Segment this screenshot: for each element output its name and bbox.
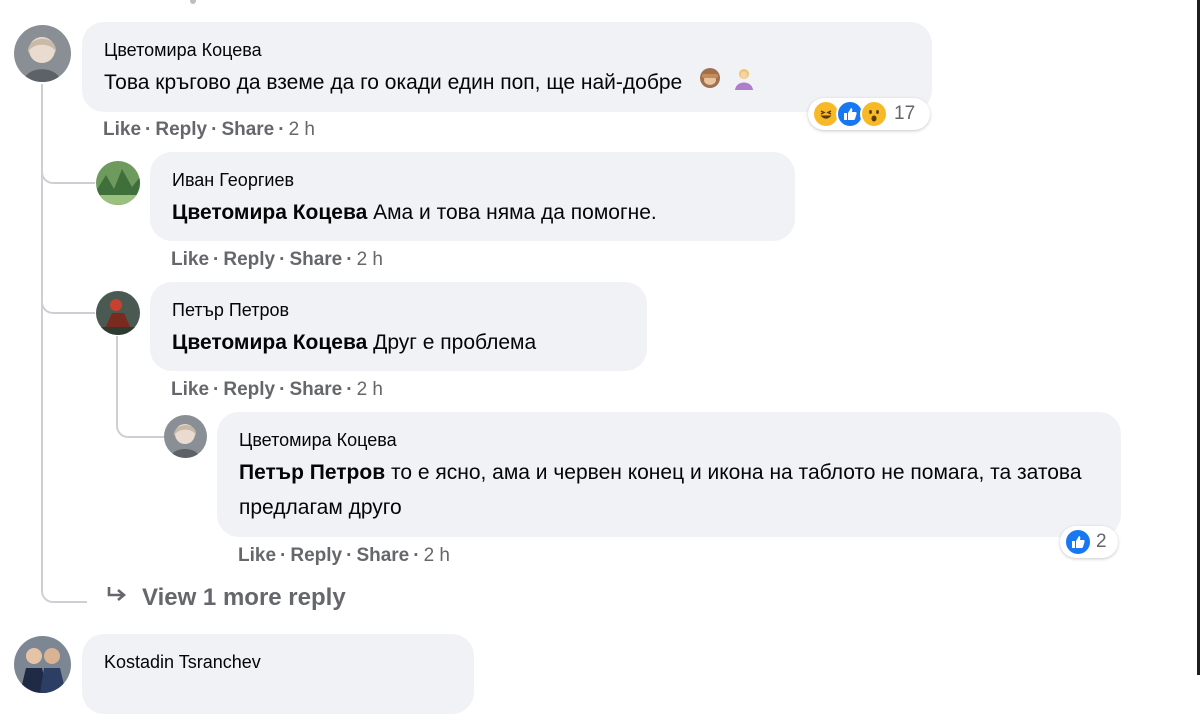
see-no-evil-monkey-icon — [698, 66, 722, 101]
comment-text: Това кръгово да вземе да го окади един п… — [104, 65, 756, 101]
mention-tag[interactable]: Цветомира Коцева — [172, 201, 367, 224]
avatar-photo — [14, 636, 71, 693]
share-button[interactable]: Share — [289, 379, 342, 401]
avatar-tsvetomira[interactable] — [164, 415, 207, 458]
view-more-label: View 1 more reply — [142, 584, 346, 611]
comment-actions-1: Like · Reply · Share · 2 h — [103, 119, 315, 141]
separator: · — [346, 545, 353, 566]
comment-bubble-2: Иван Георгиев Цветомира Коцева Ама и тов… — [150, 152, 795, 241]
reply-button[interactable]: Reply — [290, 545, 342, 567]
like-button[interactable]: Like — [103, 119, 141, 141]
comment-actions-4: Like · Reply · Share · 2 h — [238, 545, 450, 567]
woman-shrugging-icon — [732, 66, 756, 101]
comment-actions-3: Like · Reply · Share · 2 h — [171, 379, 383, 401]
comment-bubble-1: Цветомира Коцева Това кръгово да вземе д… — [82, 22, 932, 112]
separator: · — [346, 379, 353, 400]
thread-line-nested — [116, 336, 118, 410]
share-button[interactable]: Share — [289, 249, 342, 271]
comment-author[interactable]: Петър Петров — [172, 300, 289, 321]
timestamp[interactable]: 2 h — [357, 249, 383, 271]
thread-curve-reply-1 — [41, 158, 95, 184]
comment-author[interactable]: Kostadin Tsranchev — [104, 652, 261, 673]
reply-button[interactable]: Reply — [155, 119, 207, 141]
avatar-photo — [96, 291, 140, 335]
avatar-photo — [14, 25, 71, 82]
comment-bubble-4: Цветомира Коцева Петър Петров то е ясно,… — [217, 412, 1121, 537]
like-button[interactable]: Like — [171, 379, 209, 401]
thread-curve-view-more — [41, 470, 87, 603]
timestamp[interactable]: 2 h — [424, 545, 450, 567]
reaction-summary-4[interactable]: 2 — [1060, 526, 1118, 558]
comment-text: Цветомира Коцева Друг е проблема — [172, 325, 536, 360]
comment-author[interactable]: Иван Георгиев — [172, 170, 294, 191]
view-more-replies-button[interactable]: View 1 more reply — [106, 584, 346, 612]
separator: · — [213, 249, 220, 270]
avatar-kostadin[interactable] — [14, 636, 71, 693]
comment-author[interactable]: Цветомира Коцева — [104, 40, 262, 61]
avatar-ivan[interactable] — [96, 161, 140, 205]
reply-arrow-icon — [106, 584, 128, 612]
thread-curve-reply-2 — [41, 288, 95, 314]
timestamp[interactable]: 2 h — [357, 379, 383, 401]
separator: · — [213, 379, 220, 400]
avatar-petar[interactable] — [96, 291, 140, 335]
reply-button[interactable]: Reply — [223, 379, 275, 401]
separator: · — [279, 249, 286, 270]
wow-reaction-icon — [860, 100, 888, 128]
separator: · — [278, 119, 285, 140]
reaction-summary-1[interactable]: 17 — [808, 98, 930, 130]
separator: · — [346, 249, 353, 270]
separator: · — [211, 119, 218, 140]
comment-bubble-5: Kostadin Tsranchev — [82, 634, 474, 714]
comment-bubble-3: Петър Петров Цветомира Коцева Друг е про… — [150, 282, 647, 371]
comment-actions-2: Like · Reply · Share · 2 h — [171, 249, 383, 271]
separator: · — [145, 119, 152, 140]
timestamp[interactable]: 2 h — [289, 119, 315, 141]
comment-body: Друг е проблема — [367, 331, 537, 354]
comment-author[interactable]: Цветомира Коцева — [239, 430, 397, 451]
mention-tag[interactable]: Петър Петров — [239, 461, 385, 484]
like-button[interactable]: Like — [171, 249, 209, 271]
separator: · — [279, 379, 286, 400]
thread-line-main — [41, 84, 43, 484]
thread-curve-nested-reply — [116, 404, 164, 438]
avatar-photo — [164, 415, 207, 458]
top-divider-dot — [190, 0, 196, 4]
reaction-count: 2 — [1096, 531, 1107, 552]
share-button[interactable]: Share — [356, 545, 409, 567]
comment-body: Това кръгово да вземе да го окади един п… — [104, 71, 683, 94]
like-button[interactable]: Like — [238, 545, 276, 567]
separator: · — [413, 545, 420, 566]
share-button[interactable]: Share — [221, 119, 274, 141]
avatar-tsvetomira[interactable] — [14, 25, 71, 82]
comment-body: Ама и това няма да помогне. — [367, 201, 657, 224]
mention-tag[interactable]: Цветомира Коцева — [172, 331, 367, 354]
avatar-photo — [96, 161, 140, 205]
reaction-count: 17 — [894, 103, 916, 124]
separator: · — [280, 545, 287, 566]
reply-button[interactable]: Reply — [223, 249, 275, 271]
comment-text: Цветомира Коцева Ама и това няма да помо… — [172, 195, 657, 230]
comment-text: Петър Петров то е ясно, ама и червен кон… — [239, 455, 1099, 525]
like-reaction-icon — [1064, 528, 1092, 556]
